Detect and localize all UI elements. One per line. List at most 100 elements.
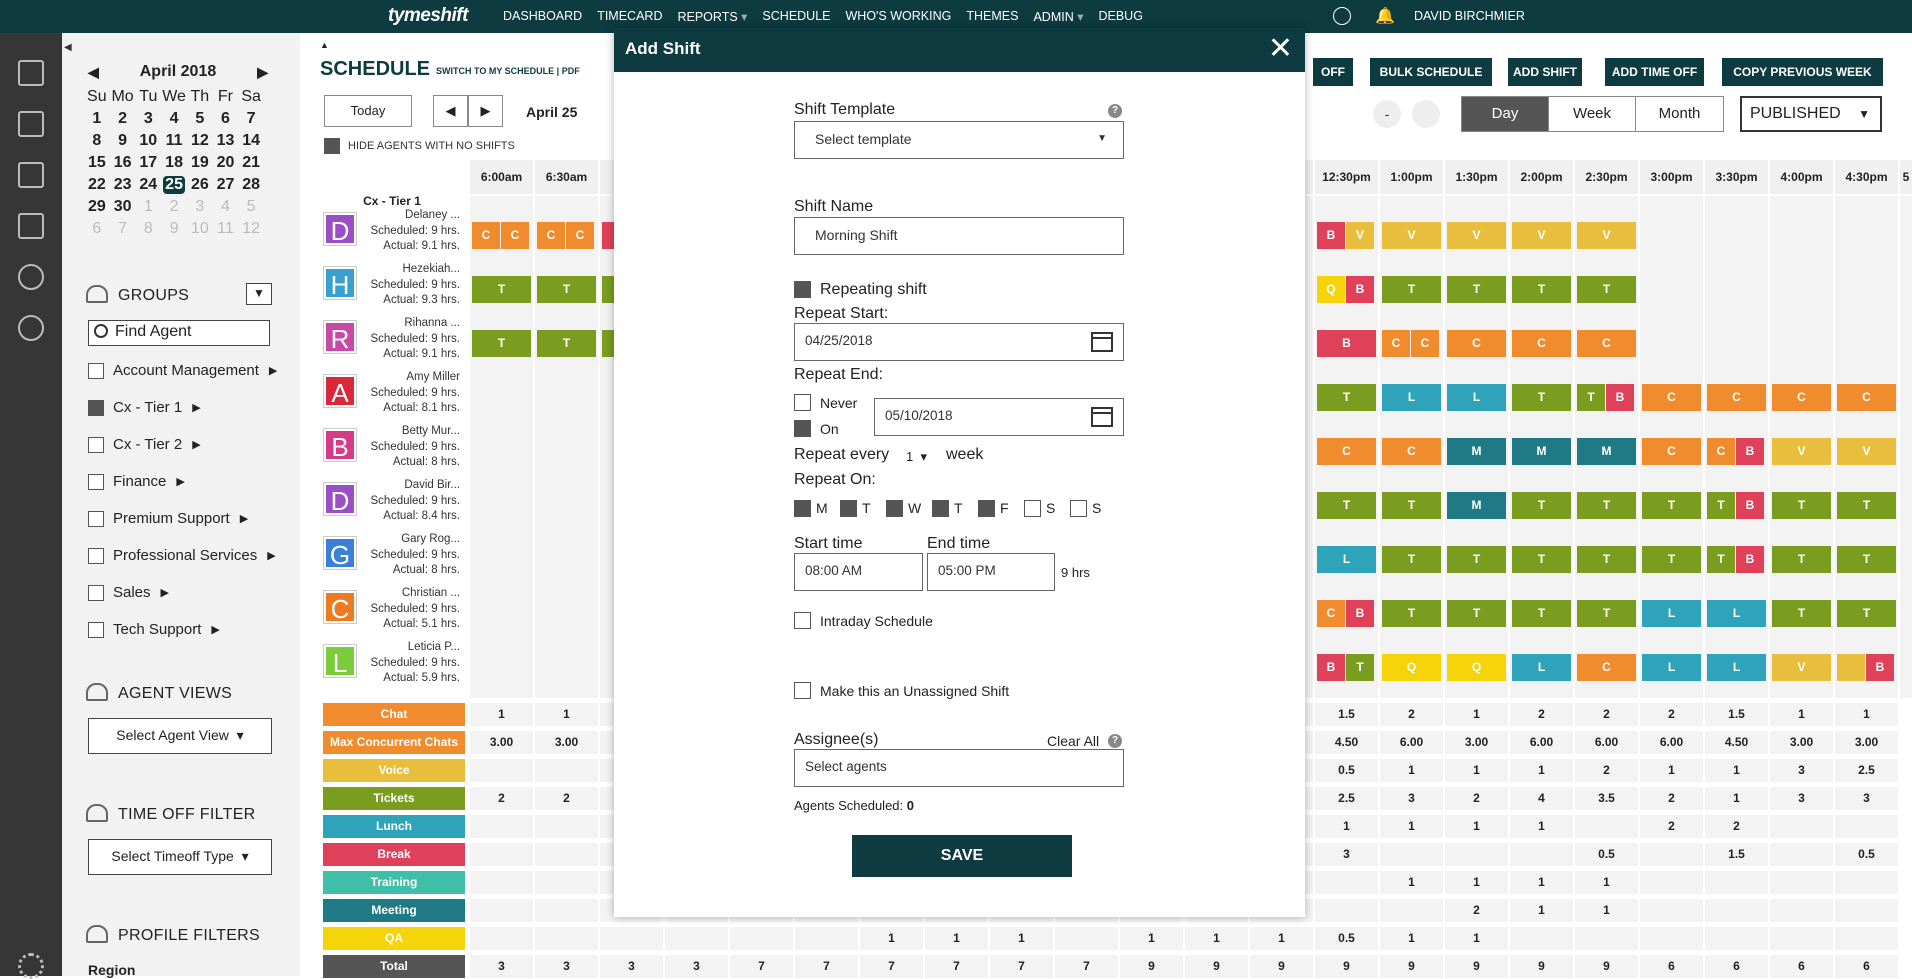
shift-block[interactable]: C — [1512, 330, 1571, 357]
calendar-day[interactable]: 10 — [136, 130, 162, 152]
app-logo[interactable]: tymeshift — [388, 5, 468, 27]
end-time-input[interactable]: 05:00 PM — [927, 553, 1055, 591]
calendar-day[interactable]: 22 — [84, 174, 110, 196]
shift-block[interactable]: T — [1642, 492, 1701, 519]
timeoff-type-select[interactable]: Select Timeoff Type ▾ — [88, 839, 272, 875]
shift-block[interactable]: L — [1707, 654, 1766, 681]
group-checkbox[interactable] — [88, 399, 104, 416]
shift-block[interactable]: V — [1772, 438, 1831, 465]
schedule-subtitle-links[interactable]: SWITCH TO MY SCHEDULE | PDF — [436, 66, 580, 76]
shift-block[interactable]: B — [1317, 222, 1345, 249]
shift-block[interactable]: V — [1382, 222, 1441, 249]
weekday-checkbox[interactable] — [1070, 500, 1087, 517]
shift-block[interactable] — [1837, 654, 1865, 681]
calendar-day[interactable]: 1 — [136, 196, 162, 218]
shift-block[interactable]: T — [1707, 546, 1735, 573]
expand-arrow-icon[interactable]: ▶ — [192, 401, 200, 414]
calendar-day[interactable]: 17 — [136, 152, 162, 174]
history-icon[interactable] — [18, 315, 44, 341]
shift-block[interactable]: C — [1382, 330, 1410, 357]
calendar-day[interactable]: 23 — [110, 174, 136, 196]
shift-block[interactable]: T — [1772, 600, 1831, 627]
shift-block[interactable]: V — [1346, 222, 1374, 249]
agent-row[interactable]: H Hezekiah... Scheduled: 9 hrs. Actual: 9.3… — [322, 261, 464, 313]
calendar-day[interactable]: 10 — [187, 218, 213, 240]
agent-row[interactable]: L Leticia P... Scheduled: 9 hrs. Actual: 5.… — [322, 639, 464, 691]
shift-block[interactable]: V — [1837, 438, 1896, 465]
calendar-day[interactable]: 15 — [84, 152, 110, 174]
calendar-day[interactable]: 18 — [161, 152, 187, 174]
calendar-day[interactable]: 14 — [238, 130, 264, 152]
calendar-day[interactable]: 8 — [136, 218, 162, 240]
expand-arrow-icon[interactable]: ▶ — [161, 586, 169, 599]
report-icon[interactable] — [18, 213, 44, 239]
shift-block[interactable]: C — [1577, 330, 1636, 357]
agent-view-select[interactable]: Select Agent View ▾ — [88, 718, 272, 754]
calendar-day[interactable]: 7 — [110, 218, 136, 240]
group-checkbox[interactable] — [88, 362, 104, 379]
shift-block[interactable]: B — [1736, 438, 1764, 465]
unassigned-checkbox[interactable] — [794, 682, 811, 699]
calendar-day[interactable]: 7 — [238, 108, 264, 130]
repeat-every-select[interactable]: 1 ▾ — [906, 449, 927, 465]
shift-block[interactable]: C — [566, 222, 594, 249]
weekday-checkbox[interactable] — [1024, 500, 1041, 517]
calendar-icon[interactable] — [1091, 407, 1113, 427]
schedule-icon[interactable] — [18, 162, 44, 188]
group-checkbox[interactable] — [88, 510, 104, 527]
shift-block[interactable]: C — [1447, 330, 1506, 357]
shift-block[interactable]: T — [1317, 492, 1376, 519]
expand-arrow-icon[interactable]: ▶ — [269, 364, 277, 377]
next-month-icon[interactable]: ▶ — [257, 58, 268, 86]
group-checkbox[interactable] — [88, 436, 104, 453]
shift-block[interactable]: T — [1346, 654, 1374, 681]
prev-month-icon[interactable]: ◀ — [88, 58, 99, 86]
weekday-checkbox[interactable] — [840, 500, 857, 517]
expand-arrow-icon[interactable]: ▶ — [240, 512, 248, 525]
edit-icon[interactable] — [18, 111, 44, 137]
shift-block[interactable]: V — [1772, 654, 1831, 681]
nav-item-reports[interactable]: REPORTS — [677, 9, 747, 24]
calendar-day[interactable]: 12 — [187, 130, 213, 152]
expand-arrow-icon[interactable]: ▶ — [211, 623, 219, 636]
shift-block[interactable]: B — [1606, 384, 1634, 411]
shift-block[interactable]: M — [1447, 492, 1506, 519]
shift-block[interactable]: T — [537, 330, 596, 357]
shift-block[interactable]: C — [472, 222, 500, 249]
shift-block[interactable]: C — [501, 222, 529, 249]
group-item[interactable]: Cx - Tier 1 ▶ — [88, 399, 201, 416]
view-tab-week[interactable]: Week — [1548, 96, 1636, 132]
globe-icon[interactable] — [1333, 7, 1351, 25]
shift-block[interactable]: V — [1577, 222, 1636, 249]
repeating-shift-checkbox[interactable] — [794, 281, 811, 298]
nav-item-schedule[interactable]: SCHEDULE — [762, 9, 830, 24]
calendar-day[interactable]: 20 — [213, 152, 239, 174]
shift-block[interactable]: L — [1642, 600, 1701, 627]
zoom-out-button[interactable]: - — [1373, 100, 1401, 128]
zoom-in-button[interactable] — [1412, 100, 1440, 128]
agent-row[interactable]: C Christian ... Scheduled: 9 hrs. Actual: 5… — [322, 585, 464, 637]
user-menu[interactable]: DAVID BIRCHMIER — [1414, 9, 1525, 23]
calendar-day[interactable]: 2 — [110, 108, 136, 130]
shift-block[interactable]: B — [1346, 600, 1374, 627]
shift-block[interactable]: T — [1707, 492, 1735, 519]
toolbar-button-add-shift[interactable]: ADD SHIFT — [1508, 58, 1582, 86]
calendar-day[interactable]: 24 — [136, 174, 162, 196]
calendar-day[interactable]: 4 — [161, 108, 187, 130]
group-item[interactable]: Sales ▶ — [88, 584, 169, 601]
weekday-checkbox[interactable] — [794, 500, 811, 517]
shift-block[interactable]: C — [1707, 384, 1766, 411]
shift-block[interactable]: T — [1577, 492, 1636, 519]
shift-block[interactable]: T — [1447, 600, 1506, 627]
shift-block[interactable]: M — [1447, 438, 1506, 465]
calendar-day[interactable]: 2 — [161, 196, 187, 218]
shift-block[interactable]: T — [1577, 546, 1636, 573]
expand-arrow-icon[interactable]: ▶ — [192, 438, 200, 451]
shift-block[interactable]: M — [1577, 438, 1636, 465]
calendar-icon[interactable] — [1091, 332, 1113, 352]
shift-block[interactable]: Q — [1447, 654, 1506, 681]
calendar-day[interactable]: 3 — [187, 196, 213, 218]
group-checkbox[interactable] — [88, 473, 104, 490]
group-item[interactable]: Account Management ▶ — [88, 362, 277, 379]
shift-block[interactable]: C — [537, 222, 565, 249]
